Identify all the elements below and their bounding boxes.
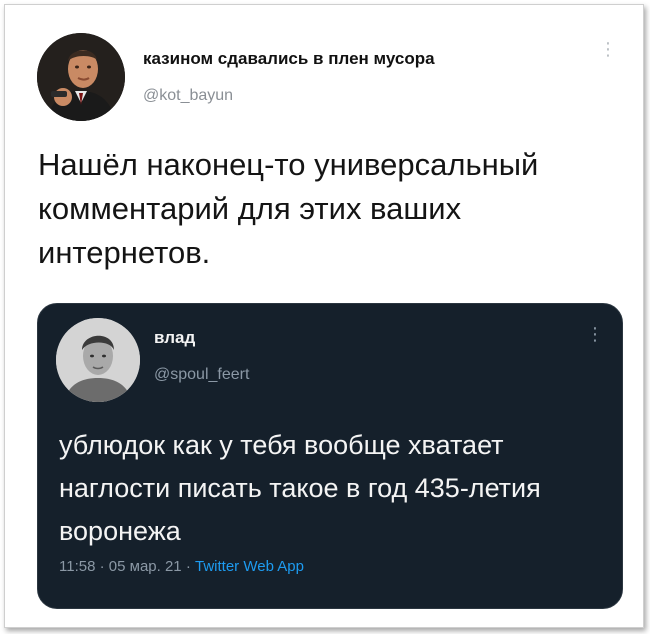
avatar-photo <box>37 33 125 121</box>
quoted-avatar[interactable] <box>56 318 140 402</box>
more-vertical-icon[interactable]: ⋮ <box>599 40 617 73</box>
outer-tweet-text: Нашёл наконец-то универсальный комментар… <box>38 147 539 270</box>
outer-tweet-header: казином сдавались в плен мусора @kot_bay… <box>37 33 627 123</box>
outer-avatar[interactable] <box>37 33 125 121</box>
tweet-time[interactable]: 11:58 <box>59 558 95 575</box>
quoted-tweet-meta: 11:58 · 05 мар. 21 · Twitter Web App <box>59 558 304 575</box>
quoted-handle[interactable]: @spoul_feert <box>154 366 249 384</box>
tweet-date[interactable]: 05 мар. 21 <box>109 558 182 575</box>
outer-handle[interactable]: @kot_bayun <box>143 87 233 105</box>
avatar-photo <box>56 318 140 402</box>
quoted-tweet-text: ублюдок как у тебя вообще хватает наглос… <box>59 430 541 546</box>
quoted-tweet-card[interactable]: влад @spoul_feert ⋮ ублюдок как у тебя в… <box>37 303 623 609</box>
meta-separator: · <box>99 558 105 575</box>
outer-display-name[interactable]: казином сдавались в плен мусора <box>143 49 435 69</box>
tweet-client-link[interactable]: Twitter Web App <box>195 558 304 575</box>
more-vertical-icon[interactable]: ⋮ <box>586 325 604 358</box>
screenshot-frame: казином сдавались в плен мусора @kot_bay… <box>4 4 644 628</box>
quoted-display-name[interactable]: влад <box>154 328 195 348</box>
meta-separator: · <box>185 558 191 575</box>
